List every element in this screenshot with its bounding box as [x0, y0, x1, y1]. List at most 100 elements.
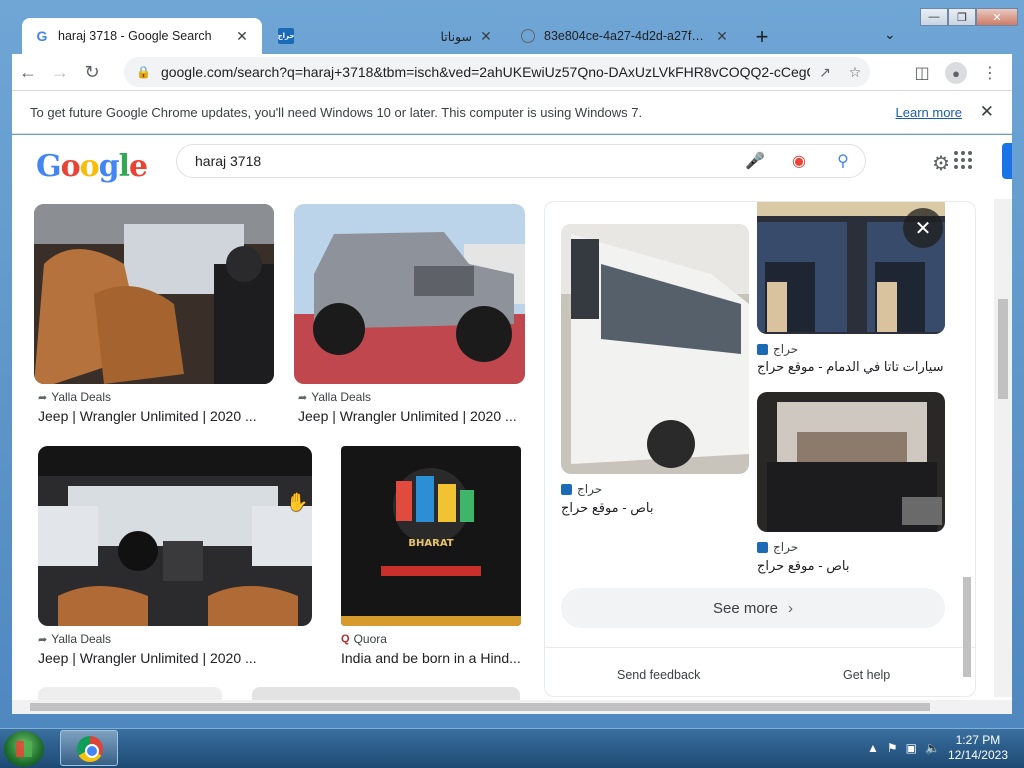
bus-interior-image	[757, 392, 945, 532]
panel-source[interactable]: حراج	[561, 482, 749, 496]
menu-kebab-icon[interactable]: ⋮	[974, 57, 1006, 89]
search-input[interactable]: haraj 3718	[195, 153, 733, 169]
result-source[interactable]: ➦ Yalla Deals	[38, 390, 111, 404]
panel-thumbnail[interactable]	[757, 392, 945, 532]
yalla-deals-icon: ➦	[298, 391, 308, 404]
tab-google-search[interactable]: G haraj 3718 - Google Search ✕	[22, 18, 262, 54]
taskbar-chrome-button[interactable]	[60, 730, 118, 766]
microphone-icon[interactable]: 🎤	[733, 151, 777, 171]
see-more-button[interactable]: See more ›	[561, 588, 945, 628]
search-results-page: Google haraj 3718 🎤 ◉ ⚲ ⚙ ➦ Yalla Deals …	[12, 135, 1012, 700]
address-url[interactable]: google.com/search?q=haraj+3718&tbm=isch&…	[161, 64, 810, 80]
browser-toolbar: ← → ↻ 🔒 google.com/search?q=haraj+3718&t…	[12, 54, 1012, 90]
page-vertical-scrollbar[interactable]	[994, 199, 1012, 697]
volume-muted-icon[interactable]: 🔈	[925, 741, 940, 755]
result-title[interactable]: Jeep | Wrangler Unlimited | 2020 ...	[38, 650, 278, 666]
jeep-dashboard-image	[38, 446, 312, 626]
chevron-right-icon: ›	[788, 599, 794, 617]
panel-scrollbar[interactable]	[961, 212, 973, 692]
action-center-flag-icon[interactable]: ⚑	[887, 741, 898, 755]
bookmark-star-icon[interactable]: ☆	[840, 64, 870, 81]
browser-window: — ❐ ✕ G haraj 3718 - Google Search ✕ حرا…	[0, 0, 1024, 728]
close-tab-icon[interactable]: ✕	[714, 28, 730, 45]
result-title[interactable]: Jeep | Wrangler Unlimited | 2020 ...	[298, 408, 528, 424]
tab-title: 83e804ce-4a27-4d2d-a27f-8e97	[544, 29, 708, 43]
google-apps-icon[interactable]	[954, 151, 972, 169]
result-source[interactable]: ➦ Yalla Deals	[298, 390, 371, 404]
related-images-panel: حراج باص - موقع حراج حراج سيارات تاتا في…	[544, 201, 976, 697]
haraj-icon: حراج	[278, 28, 294, 44]
result-title[interactable]: Jeep | Wrangler Unlimited | 2020 ...	[38, 408, 278, 424]
learn-more-link[interactable]: Learn more	[896, 105, 962, 120]
close-tab-icon[interactable]: ✕	[234, 28, 250, 45]
search-box[interactable]: haraj 3718 🎤 ◉ ⚲	[176, 144, 866, 178]
show-hidden-icons-icon[interactable]: ▲	[867, 741, 879, 755]
jeep-interior-seats-image	[34, 204, 274, 384]
google-lens-icon[interactable]: ◉	[777, 151, 821, 171]
clock-time: 1:27 PM	[955, 733, 1001, 747]
panel-thumbnail[interactable]	[561, 224, 749, 474]
get-help-link[interactable]: Get help	[843, 668, 890, 682]
panel-title[interactable]: باص - موقع حراج	[561, 500, 654, 516]
tab-search-chevron-icon[interactable]: ⌄	[884, 26, 896, 43]
side-panel-icon[interactable]: ◫	[906, 57, 938, 89]
result-source[interactable]: ➦ Yalla Deals	[38, 632, 111, 646]
infobar-message: To get future Google Chrome updates, you…	[30, 104, 643, 120]
close-infobar-icon[interactable]: ✕	[980, 102, 994, 122]
quora-icon: Q	[341, 633, 350, 645]
haraj-icon	[561, 483, 572, 495]
tab-uuid[interactable]: 83e804ce-4a27-4d2d-a27f-8e97 ✕	[508, 18, 742, 54]
yalla-deals-icon: ➦	[38, 633, 48, 646]
forward-button[interactable]: →	[44, 56, 76, 88]
page-horizontal-scrollbar[interactable]	[12, 700, 1012, 714]
result-title[interactable]: India and be born in a Hind...	[341, 650, 525, 666]
new-tab-button[interactable]: +	[750, 24, 774, 50]
result-source[interactable]: Q Quora	[341, 632, 387, 646]
share-icon[interactable]: ↗	[810, 64, 840, 81]
settings-gear-icon[interactable]: ⚙	[932, 151, 950, 176]
tab-title: haraj 3718 - Google Search	[58, 29, 212, 43]
page-scrollbar-thumb[interactable]	[998, 299, 1008, 399]
update-infobar: To get future Google Chrome updates, you…	[12, 90, 1012, 134]
reload-button[interactable]: ↻	[76, 56, 108, 88]
windows-taskbar: ▲ ⚑ ▣ 🔈 1:27 PM 12/14/2023	[0, 728, 1024, 768]
lock-icon[interactable]: 🔒	[136, 65, 151, 79]
back-button[interactable]: ←	[12, 56, 44, 88]
panel-footer: Send feedback Get help	[545, 647, 975, 696]
close-tab-icon[interactable]: ✕	[478, 28, 494, 45]
tab-haraj[interactable]: حراج	[266, 18, 386, 54]
result-thumbnail[interactable]: BHARAT	[341, 446, 521, 626]
grey-jeep-exterior-image	[294, 204, 525, 384]
horizontal-scrollbar-thumb[interactable]	[30, 703, 930, 711]
panel-source[interactable]: حراج	[757, 342, 945, 356]
result-thumbnail[interactable]	[294, 204, 525, 384]
result-thumbnail[interactable]	[34, 204, 274, 384]
tab-strip: G haraj 3718 - Google Search ✕ حراج سونا…	[12, 14, 1012, 54]
haraj-icon	[757, 343, 768, 355]
tab-sonata[interactable]: سوناتا ✕	[388, 18, 506, 54]
close-panel-icon[interactable]: ✕	[903, 208, 943, 248]
system-clock[interactable]: 1:27 PM 12/14/2023	[948, 733, 1008, 763]
yalla-deals-icon: ➦	[38, 391, 48, 404]
result-thumbnail[interactable]	[252, 687, 520, 700]
result-thumbnail[interactable]	[38, 446, 312, 626]
send-feedback-link[interactable]: Send feedback	[617, 668, 700, 682]
clock-date: 12/14/2023	[947, 748, 1008, 762]
chrome-icon	[77, 736, 103, 762]
network-icon[interactable]: ▣	[906, 741, 917, 755]
result-thumbnail[interactable]	[38, 687, 222, 700]
start-button[interactable]	[4, 731, 44, 767]
mouse-cursor-icon: ✋	[286, 492, 309, 512]
address-bar[interactable]: 🔒 google.com/search?q=haraj+3718&tbm=isc…	[124, 57, 870, 87]
haraj-icon	[757, 541, 768, 553]
search-icon[interactable]: ⚲	[821, 151, 865, 171]
panel-title[interactable]: باص - موقع حراج	[757, 558, 850, 574]
panel-source[interactable]: حراج	[757, 540, 945, 554]
white-bus-image	[561, 224, 749, 474]
google-doodle-logo[interactable]: Google	[36, 149, 148, 184]
toolbar-right: ◫ ● ⋮	[906, 57, 1006, 89]
panel-title[interactable]: سيارات تاتا في الدمام - موقع حراج	[757, 359, 944, 375]
profile-avatar-icon[interactable]: ●	[945, 62, 967, 84]
sign-in-button-edge[interactable]	[1002, 143, 1012, 179]
panel-scrollbar-thumb[interactable]	[963, 577, 971, 677]
